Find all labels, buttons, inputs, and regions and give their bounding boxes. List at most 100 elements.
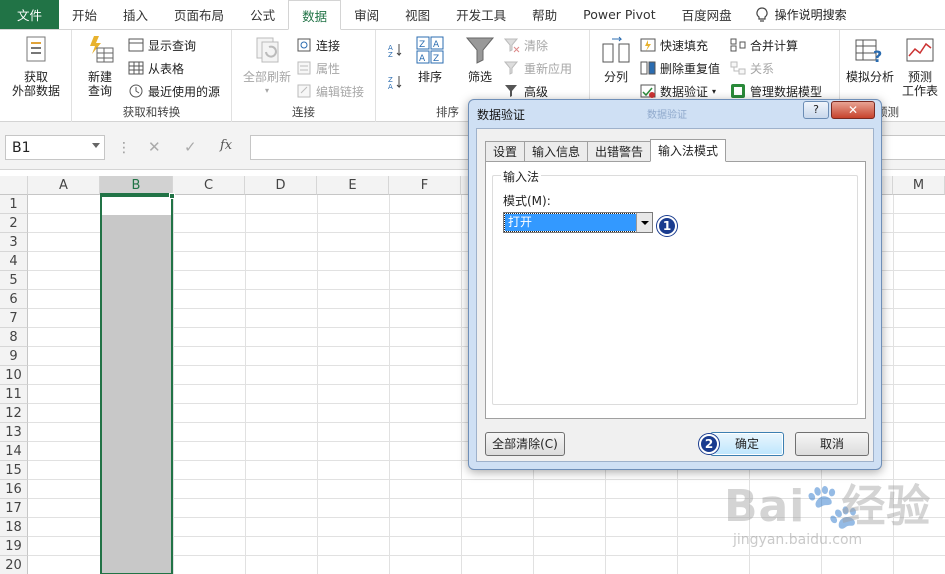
enter-entry-icon[interactable]: ✓ xyxy=(184,138,197,156)
reapply-button[interactable]: 重新应用 xyxy=(504,58,572,78)
active-cell-b1[interactable] xyxy=(102,197,171,215)
row-header[interactable]: 17 xyxy=(0,499,28,518)
tab-power-pivot[interactable]: Power Pivot xyxy=(570,0,668,29)
properties-button[interactable]: 属性 xyxy=(296,58,340,78)
tab-baidu-netdisk[interactable]: 百度网盘 xyxy=(669,0,745,29)
row-header[interactable]: 2 xyxy=(0,214,28,233)
name-box-dropdown-icon[interactable] xyxy=(92,143,100,148)
chevron-down-icon[interactable] xyxy=(636,213,652,232)
column-header-c[interactable]: C xyxy=(173,176,245,195)
sort-button[interactable]: ZAAZ 排序 xyxy=(412,34,448,84)
row-header[interactable]: 10 xyxy=(0,366,28,385)
refresh-all-button[interactable]: 全部刷新 ▾ xyxy=(238,34,296,98)
forecast-sheet-button[interactable]: 预测 工作表 xyxy=(898,34,942,98)
tab-review[interactable]: 审阅 xyxy=(341,0,392,29)
tab-error-alert[interactable]: 出错警告 xyxy=(587,141,652,162)
column-header-m[interactable]: M xyxy=(893,176,945,195)
tab-insert[interactable]: 插入 xyxy=(110,0,161,29)
watermark-brand2: 经验 xyxy=(841,481,932,532)
relationships-button[interactable]: 关系 xyxy=(730,58,774,78)
select-all-corner[interactable] xyxy=(0,176,28,195)
close-button[interactable]: ✕ xyxy=(831,101,875,119)
what-if-analysis-button[interactable]: ? 模拟分析 xyxy=(842,34,898,84)
column-header-f[interactable]: F xyxy=(389,176,461,195)
from-table-label: 从表格 xyxy=(148,61,185,76)
row-header[interactable]: 7 xyxy=(0,309,28,328)
clear-all-button[interactable]: 全部清除(C) xyxy=(485,432,565,456)
tab-formulas[interactable]: 公式 xyxy=(237,0,288,29)
column-header-a[interactable]: A xyxy=(28,176,100,195)
row-header[interactable]: 14 xyxy=(0,442,28,461)
sort-ascending-button[interactable]: AZ xyxy=(388,40,404,60)
formula-bar-splitter[interactable]: ⋮ xyxy=(117,140,131,156)
remove-duplicates-label: 删除重复值 xyxy=(660,61,721,76)
row-header[interactable]: 8 xyxy=(0,328,28,347)
tab-developer[interactable]: 开发工具 xyxy=(443,0,519,29)
remove-duplicates-button[interactable]: 删除重复值 xyxy=(640,58,720,78)
column-header-b[interactable]: B xyxy=(100,176,173,195)
connections-button[interactable]: 连接 xyxy=(296,35,340,55)
advanced-filter-button[interactable]: 高级 xyxy=(504,81,548,101)
get-external-data-button[interactable]: 获取 外部数据 xyxy=(6,34,66,98)
row-header[interactable]: 16 xyxy=(0,480,28,499)
filter-button[interactable]: 筛选 xyxy=(462,34,498,84)
tab-input-message[interactable]: 输入信息 xyxy=(524,141,589,162)
edit-links-button[interactable]: 编辑链接 xyxy=(296,81,364,101)
refresh-all-dropdown-icon: ▾ xyxy=(264,86,269,95)
advanced-filter-icon xyxy=(505,85,517,97)
row-header[interactable]: 18 xyxy=(0,518,28,537)
row-header[interactable]: 15 xyxy=(0,461,28,480)
insert-function-icon[interactable]: fx xyxy=(220,138,232,153)
row-header[interactable]: 9 xyxy=(0,347,28,366)
manage-data-model-button[interactable]: 管理数据模型 xyxy=(730,81,822,101)
tab-file[interactable]: 文件 xyxy=(0,0,60,29)
name-box[interactable]: B1 xyxy=(5,135,105,160)
group-connections-label: 连接 xyxy=(292,105,315,119)
text-to-columns-button[interactable]: 分列 xyxy=(596,34,636,84)
row-header[interactable]: 11 xyxy=(0,385,28,404)
row-header[interactable]: 19 xyxy=(0,537,28,556)
fill-handle[interactable] xyxy=(169,193,175,199)
consolidate-label: 合并计算 xyxy=(750,38,799,53)
row-header[interactable]: 12 xyxy=(0,404,28,423)
tab-page-layout[interactable]: 页面布局 xyxy=(161,0,237,29)
refresh-all-icon xyxy=(256,37,279,63)
tab-view[interactable]: 视图 xyxy=(392,0,443,29)
row-header[interactable]: 1 xyxy=(0,195,28,214)
from-table-button[interactable]: 从表格 xyxy=(128,58,184,78)
recent-sources-button[interactable]: 最近使用的源 xyxy=(128,81,220,101)
cancel-entry-icon[interactable]: ✕ xyxy=(148,138,161,156)
tab-ime-mode[interactable]: 输入法模式 xyxy=(650,139,727,162)
svg-text:A: A xyxy=(433,40,440,50)
row-header[interactable]: 3 xyxy=(0,233,28,252)
new-query-button[interactable]: 新建 查询 xyxy=(80,34,120,98)
tab-data[interactable]: 数据 xyxy=(288,0,342,30)
show-query-button[interactable]: 显示查询 xyxy=(128,35,196,55)
clear-filter-icon xyxy=(504,38,520,53)
row-header[interactable]: 20 xyxy=(0,556,28,574)
data-validation-dialog: 数据验证 数据验证 ? ✕ 设置 输入信息 出错警告 输入法模式 输入法 模式(… xyxy=(468,99,882,470)
cancel-button[interactable]: 取消 xyxy=(795,432,869,456)
help-button[interactable]: ? xyxy=(803,101,829,119)
consolidate-button[interactable]: 合并计算 xyxy=(730,35,798,55)
forecast-line2: 工作表 xyxy=(901,84,938,98)
row-header[interactable]: 6 xyxy=(0,290,28,309)
watermark-url: jingyan.baidu.com xyxy=(733,532,863,548)
mode-select[interactable]: 打开 xyxy=(503,212,653,233)
row-header[interactable]: 13 xyxy=(0,423,28,442)
column-header-e[interactable]: E xyxy=(317,176,389,195)
row-header[interactable]: 4 xyxy=(0,252,28,271)
ok-button[interactable]: 确定 xyxy=(710,432,784,456)
tell-me-search[interactable]: 操作说明搜索 xyxy=(745,0,847,29)
selected-column-b[interactable] xyxy=(100,193,175,574)
data-validation-button[interactable]: 数据验证 ▾ xyxy=(640,81,716,101)
flash-fill-button[interactable]: 快速填充 xyxy=(640,35,708,55)
clear-filter-button[interactable]: 清除 xyxy=(504,35,548,55)
row-header[interactable]: 5 xyxy=(0,271,28,290)
sort-descending-button[interactable]: ZA xyxy=(388,72,404,92)
tab-help[interactable]: 帮助 xyxy=(519,0,570,29)
remove-duplicates-icon xyxy=(640,61,656,75)
tab-settings[interactable]: 设置 xyxy=(485,141,526,162)
tab-home[interactable]: 开始 xyxy=(59,0,110,29)
column-header-d[interactable]: D xyxy=(245,176,317,195)
